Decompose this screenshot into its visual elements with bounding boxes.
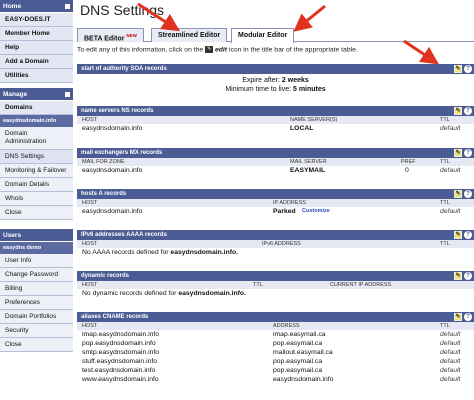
help-icon[interactable]: ?	[464, 313, 472, 321]
help-icon[interactable]: ?	[464, 107, 472, 115]
help-icon[interactable]: ?	[464, 65, 472, 73]
soa-section: start of authority SOA records ✎? Expire…	[77, 64, 474, 94]
sidebar-item-billing[interactable]: Billing	[0, 282, 73, 296]
sidebar-item-whois[interactable]: Whois	[0, 192, 73, 206]
sidebar-item-add-domain[interactable]: Add a Domain	[0, 55, 73, 69]
a-section: hosts A records ✎? HOST IP ADDRESS TTL e…	[77, 189, 474, 216]
section-header: dynamic records ✎?	[77, 271, 474, 281]
sidebar-item-dns-settings[interactable]: DNS Settings	[0, 150, 73, 164]
pencil-icon[interactable]: ✎	[454, 272, 462, 280]
table-row: easydnsdomain.info Parked Customize defa…	[82, 207, 461, 216]
editor-tabs: BETA Editor NEW Streamlined Editor Modul…	[77, 27, 474, 43]
column-headers: HOST TTL CURRENT IP ADDRESS	[77, 281, 474, 289]
table-row: test.easydnsdomain.info pop.easymail.ca …	[82, 367, 461, 374]
aaaa-section: IPv6 addresses AAAA records ✎? HOST IPv6…	[77, 230, 474, 257]
section-header: mail exchangers MX records ✎?	[77, 148, 474, 158]
collapse-icon[interactable]	[65, 92, 70, 97]
column-headers: HOST ADDRESS TTL	[77, 322, 474, 330]
intro-text: To edit any of this information, click o…	[77, 46, 358, 54]
sidebar-item-close-domain[interactable]: Close	[0, 206, 73, 220]
column-headers: HOST IPv6 ADDRESS TTL	[77, 240, 474, 248]
tab-modular-editor[interactable]: Modular Editor	[231, 28, 295, 43]
pencil-icon[interactable]: ✎	[454, 190, 462, 198]
sidebar-item-utilities[interactable]: Utilities	[0, 69, 73, 83]
column-headers: HOST NAME SERVER(S) TTL	[77, 116, 474, 124]
section-header: hosts A records ✎?	[77, 189, 474, 199]
sidebar-manage-header: Manage	[0, 88, 73, 101]
table-row: imap.easydnsdomain.info imap.easymail.ca…	[82, 331, 461, 338]
table-row: easydnsdomain.info EASYMAIL 0 default	[82, 167, 461, 174]
customize-link[interactable]: Customize	[302, 207, 330, 216]
pencil-icon[interactable]: ✎	[454, 65, 462, 73]
main-content: DNS Settings BETA Editor NEW Streamlined…	[77, 0, 474, 400]
collapse-icon[interactable]	[65, 4, 70, 9]
sidebar-item-monitoring[interactable]: Monitoring & Failover	[0, 164, 73, 178]
mx-section: mail exchangers MX records ✎? MAIL FOR Z…	[77, 148, 474, 175]
section-header: start of authority SOA records ✎?	[77, 64, 474, 74]
sidebar-item-domain-details[interactable]: Domain Details	[0, 178, 73, 192]
sidebar-users-header: Users	[0, 229, 73, 242]
sidebar-home-header: Home	[0, 0, 73, 13]
ns-section: name servers NS records ✎? HOST NAME SER…	[77, 106, 474, 133]
pencil-icon[interactable]: ✎	[454, 107, 462, 115]
help-icon[interactable]: ?	[464, 149, 472, 157]
soa-min-ttl: Minimum time to live: 5 minutes	[225, 86, 326, 93]
section-header: name servers NS records ✎?	[77, 106, 474, 116]
sidebar-item-domain-portfolios[interactable]: Domain Portfolios	[0, 310, 73, 324]
sidebar-item-help[interactable]: Help	[0, 41, 73, 55]
table-row: stuff.easydnsdomain.info pop.easymail.ca…	[82, 358, 461, 365]
help-icon[interactable]: ?	[464, 190, 472, 198]
tab-beta-editor[interactable]: BETA Editor NEW	[77, 28, 144, 42]
sidebar-user-subheader: easydns demo	[0, 242, 73, 254]
help-icon[interactable]: ?	[464, 272, 472, 280]
sidebar: Home EASY-DOES.IT Member Home Help Add a…	[0, 0, 73, 400]
help-icon[interactable]: ?	[464, 231, 472, 239]
sidebar-username: EASY-DOES.IT	[0, 13, 73, 27]
table-row: www.easydnsdomain.info easydnsdomain.inf…	[82, 376, 461, 383]
page-title: DNS Settings	[80, 2, 165, 18]
empty-message: No AAAA records defined for easydnsdomai…	[82, 249, 239, 256]
empty-message: No dynamic records defined for easydnsdo…	[82, 290, 246, 297]
table-row: smtp.easydnsdomain.info mailout.easymail…	[82, 349, 461, 356]
section-header: aliases CNAME records ✎?	[77, 312, 474, 322]
table-row: easydnsdomain.info LOCAL default	[82, 125, 461, 132]
tab-streamlined-editor[interactable]: Streamlined Editor	[151, 28, 228, 42]
soa-expire: Expire after: 2 weeks	[242, 77, 309, 84]
column-headers: HOST IP ADDRESS TTL	[77, 199, 474, 207]
sidebar-item-change-password[interactable]: Change Password	[0, 268, 73, 282]
sidebar-item-user-info[interactable]: User Info	[0, 254, 73, 268]
pencil-icon[interactable]: ✎	[454, 231, 462, 239]
sidebar-item-domains[interactable]: Domains	[0, 101, 73, 115]
sidebar-item-preferences[interactable]: Preferences	[0, 296, 73, 310]
cname-section: aliases CNAME records ✎? HOST ADDRESS TT…	[77, 312, 474, 384]
new-badge: NEW	[126, 33, 137, 38]
pencil-icon: ✎	[205, 46, 214, 53]
sidebar-item-close-user[interactable]: Close	[0, 338, 73, 352]
column-headers: MAIL FOR ZONE MAIL SERVER PREF TTL	[77, 158, 474, 166]
sidebar-domain-subheader: easydnsdomain.info	[0, 115, 73, 127]
pencil-icon[interactable]: ✎	[454, 313, 462, 321]
sidebar-item-security[interactable]: Security	[0, 324, 73, 338]
section-header: IPv6 addresses AAAA records ✎?	[77, 230, 474, 240]
sidebar-item-domain-administration[interactable]: Domain Administration	[0, 127, 73, 150]
table-row: pop.easydnsdomain.info pop.easymail.ca d…	[82, 340, 461, 347]
dynamic-section: dynamic records ✎? HOST TTL CURRENT IP A…	[77, 271, 474, 298]
sidebar-item-member-home[interactable]: Member Home	[0, 27, 73, 41]
pencil-icon[interactable]: ✎	[454, 149, 462, 157]
